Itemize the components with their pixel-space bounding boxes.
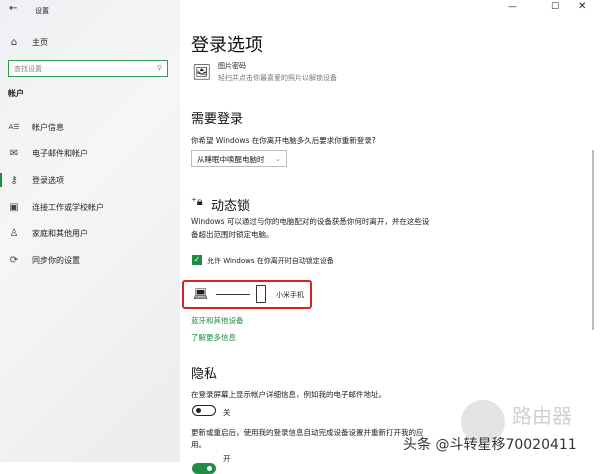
sidebar-item-account-info[interactable]: A☰ 帐户信息 xyxy=(0,116,180,138)
sidebar-home[interactable]: ⌂ 主页 xyxy=(0,31,180,53)
search-icon: ⚲ xyxy=(156,64,162,72)
privacy-option2-toggle[interactable] xyxy=(192,463,216,474)
laptop-icon: 💻︎ xyxy=(193,287,209,301)
scrollbar[interactable] xyxy=(592,150,594,330)
sync-icon: ⟳ xyxy=(9,254,19,266)
search-input[interactable]: 查找设置 ⚲ xyxy=(8,60,168,77)
sidebar-item-label: 帐户信息 xyxy=(32,122,64,132)
section-heading: 帐户 xyxy=(8,89,24,98)
dynamic-lock-desc-2: 备超出范围时锁定电脑。 xyxy=(191,230,274,239)
bluetooth-link[interactable]: 蓝牙和其他设备 xyxy=(191,315,244,326)
home-icon: ⌂ xyxy=(10,36,18,48)
privacy-option1-toggle[interactable] xyxy=(192,405,216,416)
watermark-site: 路由器 xyxy=(512,404,572,428)
key-icon: ⚷ xyxy=(10,174,18,186)
search-placeholder: 查找设置 xyxy=(14,65,42,73)
sidebar-item-label: 同步你的设置 xyxy=(32,255,80,265)
paired-device-highlight: 💻︎ 小米手机 xyxy=(182,280,312,309)
picture-password-title[interactable]: 图片密码 xyxy=(218,61,246,71)
dynamic-lock-checkbox-label: 允许 Windows 在你离开时自动锁定设备 xyxy=(207,257,334,265)
dynamic-lock-icon: ⁺🔒︎ xyxy=(191,195,203,208)
dynamic-lock-heading: 动态锁 xyxy=(211,199,251,214)
dynamic-lock-desc-1: Windows 可以通过与你的电脑配对的设备获悉你何时离开，并在这些设 xyxy=(191,217,430,226)
sidebar-item-signin-options[interactable]: ⚷ 登录选项 xyxy=(0,169,180,191)
privacy-option2-text-2: 用。 xyxy=(191,440,206,449)
paired-device-name: 小米手机 xyxy=(276,291,304,299)
sidebar: ← 设置 ⌂ 主页 查找设置 ⚲ 帐户 A☰ 帐户信息 ✉ 电子邮件和帐户 ⚷ 登录选项 … xyxy=(0,0,180,462)
privacy-option1-state: 关 xyxy=(223,408,231,417)
sidebar-item-label: 电子邮件和帐户 xyxy=(32,148,88,158)
dynamic-lock-checkbox[interactable]: ✓ xyxy=(192,255,202,265)
chevron-down-icon: ⌄ xyxy=(274,154,281,163)
page-title: 登录选项 xyxy=(191,35,263,56)
person-icon: ♙ xyxy=(9,227,19,239)
privacy-option2-state: 开 xyxy=(223,454,231,463)
privacy-option1-text: 在登录屏幕上显示帐户详细信息，例如我的电子邮件地址。 xyxy=(191,390,386,399)
minimize-button[interactable]: — xyxy=(508,2,517,12)
mail-icon: ✉ xyxy=(9,147,19,159)
connection-line xyxy=(216,294,250,295)
sidebar-item-label: 家庭和其他用户 xyxy=(32,228,88,238)
sidebar-item-sync[interactable]: ⟳ 同步你的设置 xyxy=(0,249,180,271)
dropdown-value: 从睡眠中唤醒电脑时 xyxy=(197,155,265,164)
privacy-option2-text-1: 更新或重启后，使用我的登录信息自动完成设备设置并重新打开我的应 xyxy=(191,428,424,437)
phone-icon xyxy=(256,285,266,303)
sidebar-item-label: 连接工作或学校帐户 xyxy=(32,202,104,212)
briefcase-icon: ▣ xyxy=(9,201,19,213)
picture-icon: 🖼 xyxy=(192,63,212,81)
picture-password-desc: 轻扫并点击你最喜爱的照片以解锁设备 xyxy=(218,74,337,82)
sidebar-item-label: 登录选项 xyxy=(32,175,64,185)
learn-more-link[interactable]: 了解更多信息 xyxy=(191,332,236,343)
privacy-heading: 隐私 xyxy=(191,367,218,382)
require-signin-dropdown[interactable]: 从睡眠中唤醒电脑时 ⌄ xyxy=(191,150,287,167)
close-button[interactable]: ✕ xyxy=(578,1,586,12)
sidebar-item-family[interactable]: ♙ 家庭和其他用户 xyxy=(0,222,180,244)
require-signin-question: 你希望 Windows 在你离开电脑多久后要求你重新登录? xyxy=(191,136,376,145)
maximize-button[interactable]: ☐ xyxy=(551,2,559,12)
home-label: 主页 xyxy=(32,37,48,47)
sidebar-item-email[interactable]: ✉ 电子邮件和帐户 xyxy=(0,142,180,164)
sidebar-item-work-school[interactable]: ▣ 连接工作或学校帐户 xyxy=(0,196,180,218)
account-info-icon: A☰ xyxy=(8,123,20,131)
window-title: 设置 xyxy=(35,7,49,15)
watermark-credit: 头条 @斗转星移70020411 xyxy=(403,437,577,453)
back-arrow-icon[interactable]: ← xyxy=(9,3,17,14)
require-signin-heading: 需要登录 xyxy=(191,112,244,127)
